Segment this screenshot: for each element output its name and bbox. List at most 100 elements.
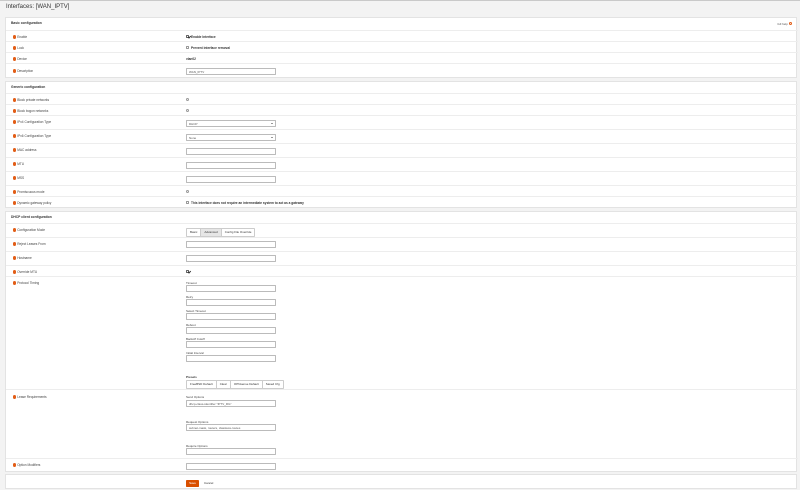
override-mtu-checkbox[interactable] [186, 270, 189, 273]
preset-clear[interactable]: Clear [217, 381, 231, 388]
require-options-input[interactable] [186, 448, 276, 455]
reboot-input[interactable] [186, 327, 276, 334]
mac-input[interactable] [186, 148, 276, 155]
protocol-timing-label: Protocol Timing [13, 281, 39, 285]
dyn-gateway-checkbox[interactable] [186, 201, 189, 204]
timeout-input[interactable] [186, 285, 276, 292]
mss-label: MSS [13, 176, 24, 180]
description-input[interactable]: WAN_IPTV [186, 68, 276, 75]
full-help-label: full help [777, 21, 788, 26]
ipv6-type-label: IPv6 Configuration Type [13, 134, 51, 138]
info-icon[interactable] [13, 201, 17, 205]
device-value: vlan02 [186, 57, 196, 61]
enable-text: Enable Interface [191, 35, 216, 39]
row-lock: Lock Prevent interface removal [6, 41, 798, 52]
hostname-label: Hostname [13, 256, 32, 260]
retry-input[interactable] [186, 299, 276, 306]
row-mtu: MTU [6, 157, 798, 171]
enable-checkbox[interactable] [186, 35, 189, 38]
mtu-input[interactable] [186, 162, 276, 169]
info-icon[interactable] [13, 98, 17, 102]
info-icon[interactable] [13, 228, 17, 232]
info-icon[interactable] [13, 463, 17, 467]
info-icon[interactable] [13, 35, 17, 39]
info-icon[interactable] [13, 176, 17, 180]
row-lease-requirements: Lease Requirements Send Options dhcp-cla… [6, 389, 798, 458]
config-mode-label: Configuration Mode [13, 228, 45, 232]
ipv4-type-select[interactable]: DHCP [186, 120, 276, 127]
override-mtu-label: Override MTU [13, 270, 37, 274]
toggle-icon [788, 21, 792, 26]
config-mode-advanced[interactable]: Advanced [201, 229, 222, 236]
preset-freebsd-default[interactable]: FreeBSD Default [187, 381, 217, 388]
info-icon[interactable] [13, 148, 17, 152]
basic-config-panel: Basic configuration full help Enable Ena… [5, 17, 798, 78]
ipv6-type-select[interactable]: None [186, 134, 276, 141]
mss-input[interactable] [186, 176, 276, 183]
row-ipv4-type: IPv4 Configuration Type DHCP [6, 115, 798, 129]
info-icon[interactable] [13, 242, 17, 246]
row-reject-leases: Reject Leases From [6, 237, 798, 251]
page-title: Interfaces: [WAN_IPTV] [6, 4, 70, 10]
row-mss: MSS [6, 171, 798, 185]
description-label: Description [13, 69, 33, 73]
info-icon[interactable] [13, 270, 17, 274]
initial-interval-input[interactable] [186, 355, 276, 362]
mtu-label: MTU [13, 162, 24, 166]
info-icon[interactable] [13, 162, 17, 166]
actions-panel: Save Cancel [5, 474, 797, 489]
row-dyn-gateway: Dynamic gateway policy This interface do… [6, 196, 798, 208]
info-icon[interactable] [13, 69, 17, 73]
option-modifiers-label: Option Modifiers [13, 463, 40, 467]
row-block-private: Block private networks [6, 93, 798, 104]
reject-leases-label: Reject Leases From [13, 242, 46, 246]
mac-label: MAC address [13, 148, 37, 152]
option-modifiers-input[interactable] [186, 463, 276, 470]
block-bogon-checkbox[interactable] [186, 109, 189, 112]
info-icon[interactable] [13, 57, 17, 61]
backoff-cutoff-input[interactable] [186, 341, 276, 348]
presets-group: FreeBSD Default Clear OPNsense Default S… [186, 380, 284, 389]
row-hostname: Hostname [6, 251, 798, 265]
row-mac: MAC address [6, 143, 798, 157]
config-mode-segmented: Basic Advanced Config File Override [186, 228, 256, 237]
row-description: Description WAN_IPTV [6, 63, 798, 78]
promiscuous-checkbox[interactable] [186, 190, 189, 193]
info-icon[interactable] [13, 120, 17, 124]
hostname-input[interactable] [186, 255, 276, 262]
preset-opnsense-default[interactable]: OPNsense Default [231, 381, 263, 388]
row-block-bogon: Block bogon networks [6, 104, 798, 115]
dyn-gateway-text: This interface does not require an inter… [191, 201, 304, 205]
info-icon[interactable] [13, 190, 17, 194]
row-ipv6-type: IPv6 Configuration Type None [6, 129, 798, 143]
request-options-input[interactable]: subnet-mask, routers, classless-routes [186, 424, 276, 431]
lock-text: Prevent interface removal [191, 46, 230, 50]
ipv4-type-label: IPv4 Configuration Type [13, 120, 51, 124]
reject-leases-input[interactable] [186, 241, 276, 248]
row-promiscuous: Promiscuous mode [6, 185, 798, 196]
info-icon[interactable] [13, 134, 17, 138]
row-device: Device vlan02 [6, 52, 798, 63]
row-enable: Enable Enable Interface [6, 30, 798, 41]
section-heading-dhcp: DHCP client configuration [11, 215, 52, 219]
section-heading-basic: Basic configuration [11, 21, 42, 25]
full-help-toggle[interactable]: full help [777, 22, 792, 26]
info-icon[interactable] [13, 46, 17, 50]
save-button[interactable]: Save [186, 480, 199, 487]
config-mode-override[interactable]: Config File Override [222, 229, 255, 236]
send-options-input[interactable]: dhcp-class-identifier "IPTV_RG" [186, 400, 276, 407]
preset-saved-cfg[interactable]: Saved Cfg [263, 381, 283, 388]
select-timeout-input[interactable] [186, 313, 276, 320]
section-heading-generic: Generic configuration [11, 85, 46, 89]
config-mode-basic[interactable]: Basic [187, 229, 202, 236]
info-icon[interactable] [13, 281, 17, 285]
info-icon[interactable] [13, 109, 17, 113]
info-icon[interactable] [13, 395, 17, 399]
row-protocol-timing: Protocol Timing Timeout Retry Select Tim… [6, 276, 798, 389]
caret-down-icon [271, 137, 273, 139]
block-bogon-label: Block bogon networks [13, 109, 48, 113]
block-private-checkbox[interactable] [186, 98, 189, 101]
cancel-button[interactable]: Cancel [204, 480, 213, 487]
info-icon[interactable] [13, 256, 17, 260]
lock-checkbox[interactable] [186, 46, 189, 49]
